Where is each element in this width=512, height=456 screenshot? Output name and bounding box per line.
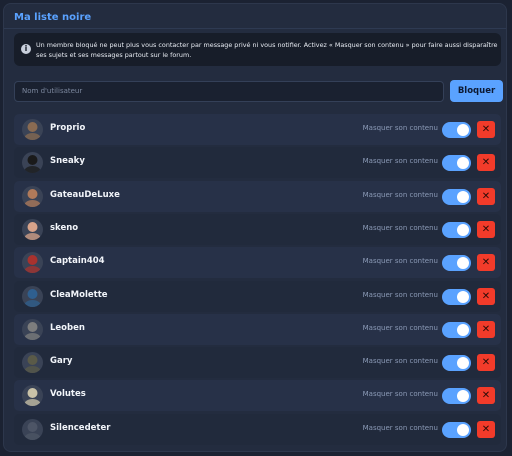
mask-content-toggle[interactable] — [442, 355, 471, 372]
blocked-user-row: Proprio Masquer son contenu ✕ — [14, 114, 501, 145]
blocked-user-row: Silencedeter Masquer son contenu ✕ — [14, 413, 501, 445]
toggle-knob — [457, 223, 469, 236]
blocklist-panel: Ma liste noire i Un membre bloqué ne peu… — [3, 3, 507, 452]
blocked-user-row: Gary Masquer son contenu ✕ — [14, 347, 501, 379]
blocked-user-row: Sneaky Masquer son contenu ✕ — [14, 147, 501, 179]
close-icon: ✕ — [481, 257, 491, 269]
blocked-user-row: Leoben Masquer son contenu ✕ — [14, 313, 501, 345]
unblock-button[interactable]: ✕ — [477, 254, 495, 272]
close-icon: ✕ — [481, 423, 491, 435]
unblock-button[interactable]: ✕ — [477, 320, 495, 338]
mask-content-label: Masquer son contenu — [362, 290, 438, 299]
unblock-button[interactable]: ✕ — [477, 187, 495, 205]
mask-content-label: Masquer son contenu — [362, 190, 438, 199]
mask-content-toggle[interactable] — [442, 321, 471, 338]
mask-content-toggle[interactable] — [442, 221, 471, 238]
toggle-knob — [457, 323, 469, 336]
avatar[interactable] — [22, 152, 43, 174]
unblock-button[interactable]: ✕ — [477, 121, 495, 138]
mask-content-toggle[interactable] — [442, 388, 471, 405]
username-link[interactable]: Proprio — [50, 123, 85, 133]
username-link[interactable]: Leoben — [50, 323, 85, 333]
info-icon: i — [21, 44, 31, 54]
toggle-knob — [457, 423, 469, 436]
close-icon: ✕ — [481, 223, 491, 235]
username-link[interactable]: skeno — [50, 223, 78, 233]
mask-content-toggle[interactable] — [442, 255, 471, 272]
mask-content-label: Masquer son contenu — [362, 423, 438, 432]
close-icon: ✕ — [481, 190, 491, 202]
username-link[interactable]: Volutes — [50, 389, 86, 399]
toggle-knob — [457, 357, 469, 370]
username-link[interactable]: Gary — [50, 356, 72, 366]
username-link[interactable]: Silencedeter — [50, 423, 110, 433]
mask-content-label: Masquer son contenu — [362, 257, 438, 266]
toggle-knob — [457, 257, 469, 270]
mask-content-toggle[interactable] — [442, 288, 471, 305]
unblock-button[interactable]: ✕ — [477, 387, 495, 405]
avatar[interactable] — [22, 318, 43, 340]
mask-content-label: Masquer son contenu — [362, 157, 438, 166]
avatar[interactable] — [22, 385, 43, 407]
blocked-user-row: Captain404 Masquer son contenu ✕ — [14, 247, 501, 279]
close-icon: ✕ — [481, 357, 491, 369]
close-icon: ✕ — [481, 157, 491, 169]
avatar[interactable] — [22, 218, 43, 240]
toggle-knob — [457, 290, 469, 303]
username-link[interactable]: CleaMolette — [50, 290, 108, 300]
close-icon: ✕ — [481, 290, 491, 302]
blocked-user-row: CleaMolette Masquer son contenu ✕ — [14, 280, 501, 312]
page-title: Ma liste noire — [14, 12, 92, 23]
blocked-user-row: GateauDeLuxe Masquer son contenu ✕ — [14, 180, 501, 212]
mask-content-label: Masquer son contenu — [362, 357, 438, 366]
mask-content-toggle[interactable] — [442, 155, 471, 172]
unblock-button[interactable]: ✕ — [477, 154, 495, 172]
block-button[interactable]: Bloquer — [450, 80, 503, 102]
toggle-knob — [457, 390, 469, 403]
toggle-knob — [457, 157, 469, 170]
info-notice: i Un membre bloqué ne peut plus vous con… — [14, 33, 501, 66]
mask-content-toggle[interactable] — [442, 122, 471, 138]
mask-content-label: Masquer son contenu — [362, 323, 438, 332]
avatar[interactable] — [22, 285, 43, 307]
avatar[interactable] — [22, 119, 43, 140]
mask-content-label: Masquer son contenu — [362, 223, 438, 232]
close-icon: ✕ — [481, 124, 491, 135]
avatar[interactable] — [22, 352, 43, 374]
username-link[interactable]: GateauDeLuxe — [50, 190, 120, 200]
unblock-button[interactable]: ✕ — [477, 354, 495, 372]
avatar[interactable] — [22, 185, 43, 207]
username-input[interactable]: Nom d'utilisateur — [14, 81, 444, 102]
username-link[interactable]: Captain404 — [50, 256, 105, 266]
close-icon: ✕ — [481, 323, 491, 335]
toggle-knob — [457, 124, 469, 136]
title-divider — [4, 28, 506, 29]
unblock-button[interactable]: ✕ — [477, 220, 495, 238]
avatar[interactable] — [22, 252, 43, 274]
unblock-button[interactable]: ✕ — [477, 287, 495, 305]
unblock-button[interactable]: ✕ — [477, 420, 495, 438]
close-icon: ✕ — [481, 390, 491, 402]
blocked-user-row: skeno Masquer son contenu ✕ — [14, 213, 501, 245]
mask-content-toggle[interactable] — [442, 421, 471, 438]
mask-content-label: Masquer son contenu — [362, 124, 438, 132]
toggle-knob — [457, 190, 469, 203]
mask-content-toggle[interactable] — [442, 188, 471, 205]
info-text: Un membre bloqué ne peut plus vous conta… — [36, 41, 498, 59]
username-link[interactable]: Sneaky — [50, 156, 85, 166]
mask-content-label: Masquer son contenu — [362, 390, 438, 399]
blocked-user-row: Volutes Masquer son contenu ✕ — [14, 380, 501, 412]
avatar[interactable] — [22, 418, 43, 440]
